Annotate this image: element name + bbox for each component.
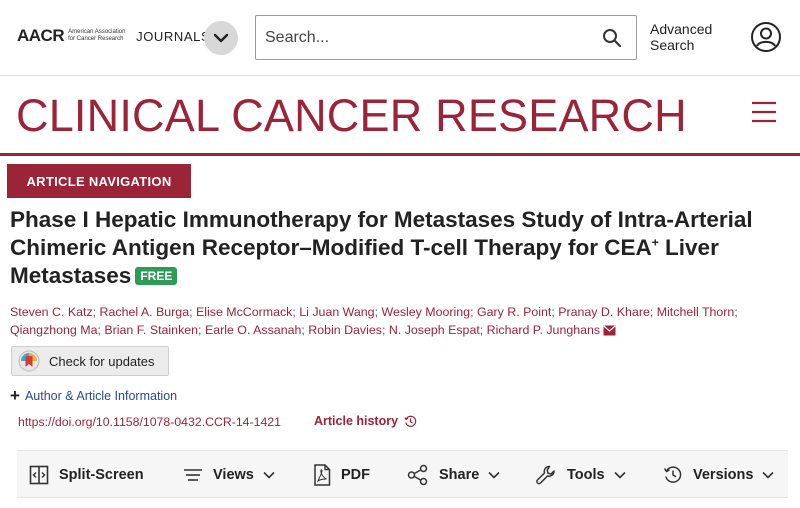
search-box[interactable] xyxy=(255,15,637,60)
chevron-down-icon xyxy=(263,471,275,479)
advanced-search-line1: Advanced xyxy=(650,21,713,37)
views-lines-icon xyxy=(184,469,202,481)
doi-link[interactable]: https://doi.org/10.1158/1078-0432.CCR-14… xyxy=(18,415,281,429)
article-title: Phase I Hepatic Immunotherapy for Metast… xyxy=(10,206,790,290)
top-bar: AACR American Association for Cancer Res… xyxy=(0,0,800,76)
author-article-info-toggle[interactable]: + Author & Article Information xyxy=(10,386,178,405)
split-screen-label: Split-Screen xyxy=(59,467,144,483)
check-for-updates-button[interactable]: Check for updates xyxy=(11,346,169,376)
journals-dropdown-button[interactable] xyxy=(204,21,238,55)
author-link[interactable]: Steven C. Katz xyxy=(10,305,93,319)
author-link[interactable]: N. Joseph Espat xyxy=(389,323,480,337)
author-link[interactable]: Mitchell Thorn xyxy=(657,305,735,319)
wrench-icon xyxy=(536,465,555,485)
plus-icon: + xyxy=(10,386,20,405)
chevron-down-icon xyxy=(488,471,500,479)
article-history-link[interactable]: Article history xyxy=(314,414,417,428)
email-icon[interactable] xyxy=(603,325,616,336)
tools-dropdown[interactable]: Tools xyxy=(535,451,626,499)
pdf-label: PDF xyxy=(341,467,370,483)
views-label: Views xyxy=(213,467,254,483)
author-link[interactable]: Rachel A. Burga xyxy=(100,305,190,319)
author-link[interactable]: Robin Davies xyxy=(308,323,382,337)
check-for-updates-label: Check for updates xyxy=(49,353,155,369)
author-link[interactable]: Earle O. Assanah xyxy=(205,323,301,337)
crossmark-icon xyxy=(18,350,40,372)
share-label: Share xyxy=(439,467,480,483)
history-clock-icon xyxy=(404,415,417,427)
user-account-icon[interactable] xyxy=(750,21,782,53)
author-link[interactable]: Brian F. Stainken xyxy=(104,323,198,337)
chevron-down-icon xyxy=(614,471,626,479)
author-link[interactable]: Richard P. Junghans xyxy=(487,323,600,337)
aacr-logo-mark: AACR xyxy=(17,26,65,45)
hamburger-menu-icon[interactable] xyxy=(750,100,778,124)
journal-banner: CLINICAL CANCER RESEARCH xyxy=(0,76,800,156)
advanced-search-link[interactable]: Advanced Search xyxy=(650,21,712,53)
author-link[interactable]: Li Juan Wang xyxy=(299,305,374,319)
search-icon[interactable] xyxy=(602,28,622,48)
pdf-file-icon xyxy=(314,464,331,486)
author-article-info-label: Author & Article Information xyxy=(24,389,178,403)
chevron-down-icon xyxy=(213,33,229,43)
versions-label: Versions xyxy=(693,467,754,483)
article-title-superscript: + xyxy=(651,235,659,250)
author-link[interactable]: Pranay D. Khare xyxy=(558,305,650,319)
author-list: Steven C. Katz; Rachel A. Burga; Elise M… xyxy=(10,305,738,337)
author-link[interactable]: Qiangzhong Ma xyxy=(10,323,97,337)
views-dropdown[interactable]: Views xyxy=(183,451,275,499)
chevron-down-icon xyxy=(762,471,775,479)
article-title-text: Phase I Hepatic Immunotherapy for Metast… xyxy=(10,207,753,260)
split-screen-button[interactable]: Split-Screen xyxy=(29,451,144,499)
versions-dropdown[interactable]: Versions xyxy=(663,451,775,499)
journals-label: JOURNALS xyxy=(136,28,211,44)
article-history-label: Article history xyxy=(314,414,399,428)
journal-title[interactable]: CLINICAL CANCER RESEARCH xyxy=(16,90,687,142)
split-screen-icon xyxy=(29,465,49,485)
share-icon xyxy=(407,464,428,486)
author-link[interactable]: Gary R. Point xyxy=(477,305,551,319)
aacr-logo-tagline: American Association for Cancer Research xyxy=(68,29,126,42)
pdf-button[interactable]: PDF xyxy=(313,451,370,499)
article-toolbar: Split-Screen Views PDF Share Tools Versi… xyxy=(17,450,788,498)
tools-label: Tools xyxy=(567,467,605,483)
author-link[interactable]: Elise McCormack xyxy=(196,305,292,319)
versions-history-icon xyxy=(663,466,682,483)
share-dropdown[interactable]: Share xyxy=(407,451,500,499)
article-navigation-button[interactable]: ARTICLE NAVIGATION xyxy=(7,164,191,198)
aacr-logo[interactable]: AACR American Association for Cancer Res… xyxy=(17,26,210,46)
author-link[interactable]: Wesley Mooring xyxy=(381,305,470,319)
free-badge: FREE xyxy=(135,267,178,285)
advanced-search-line2: Search xyxy=(650,37,695,53)
search-input[interactable] xyxy=(265,26,585,50)
